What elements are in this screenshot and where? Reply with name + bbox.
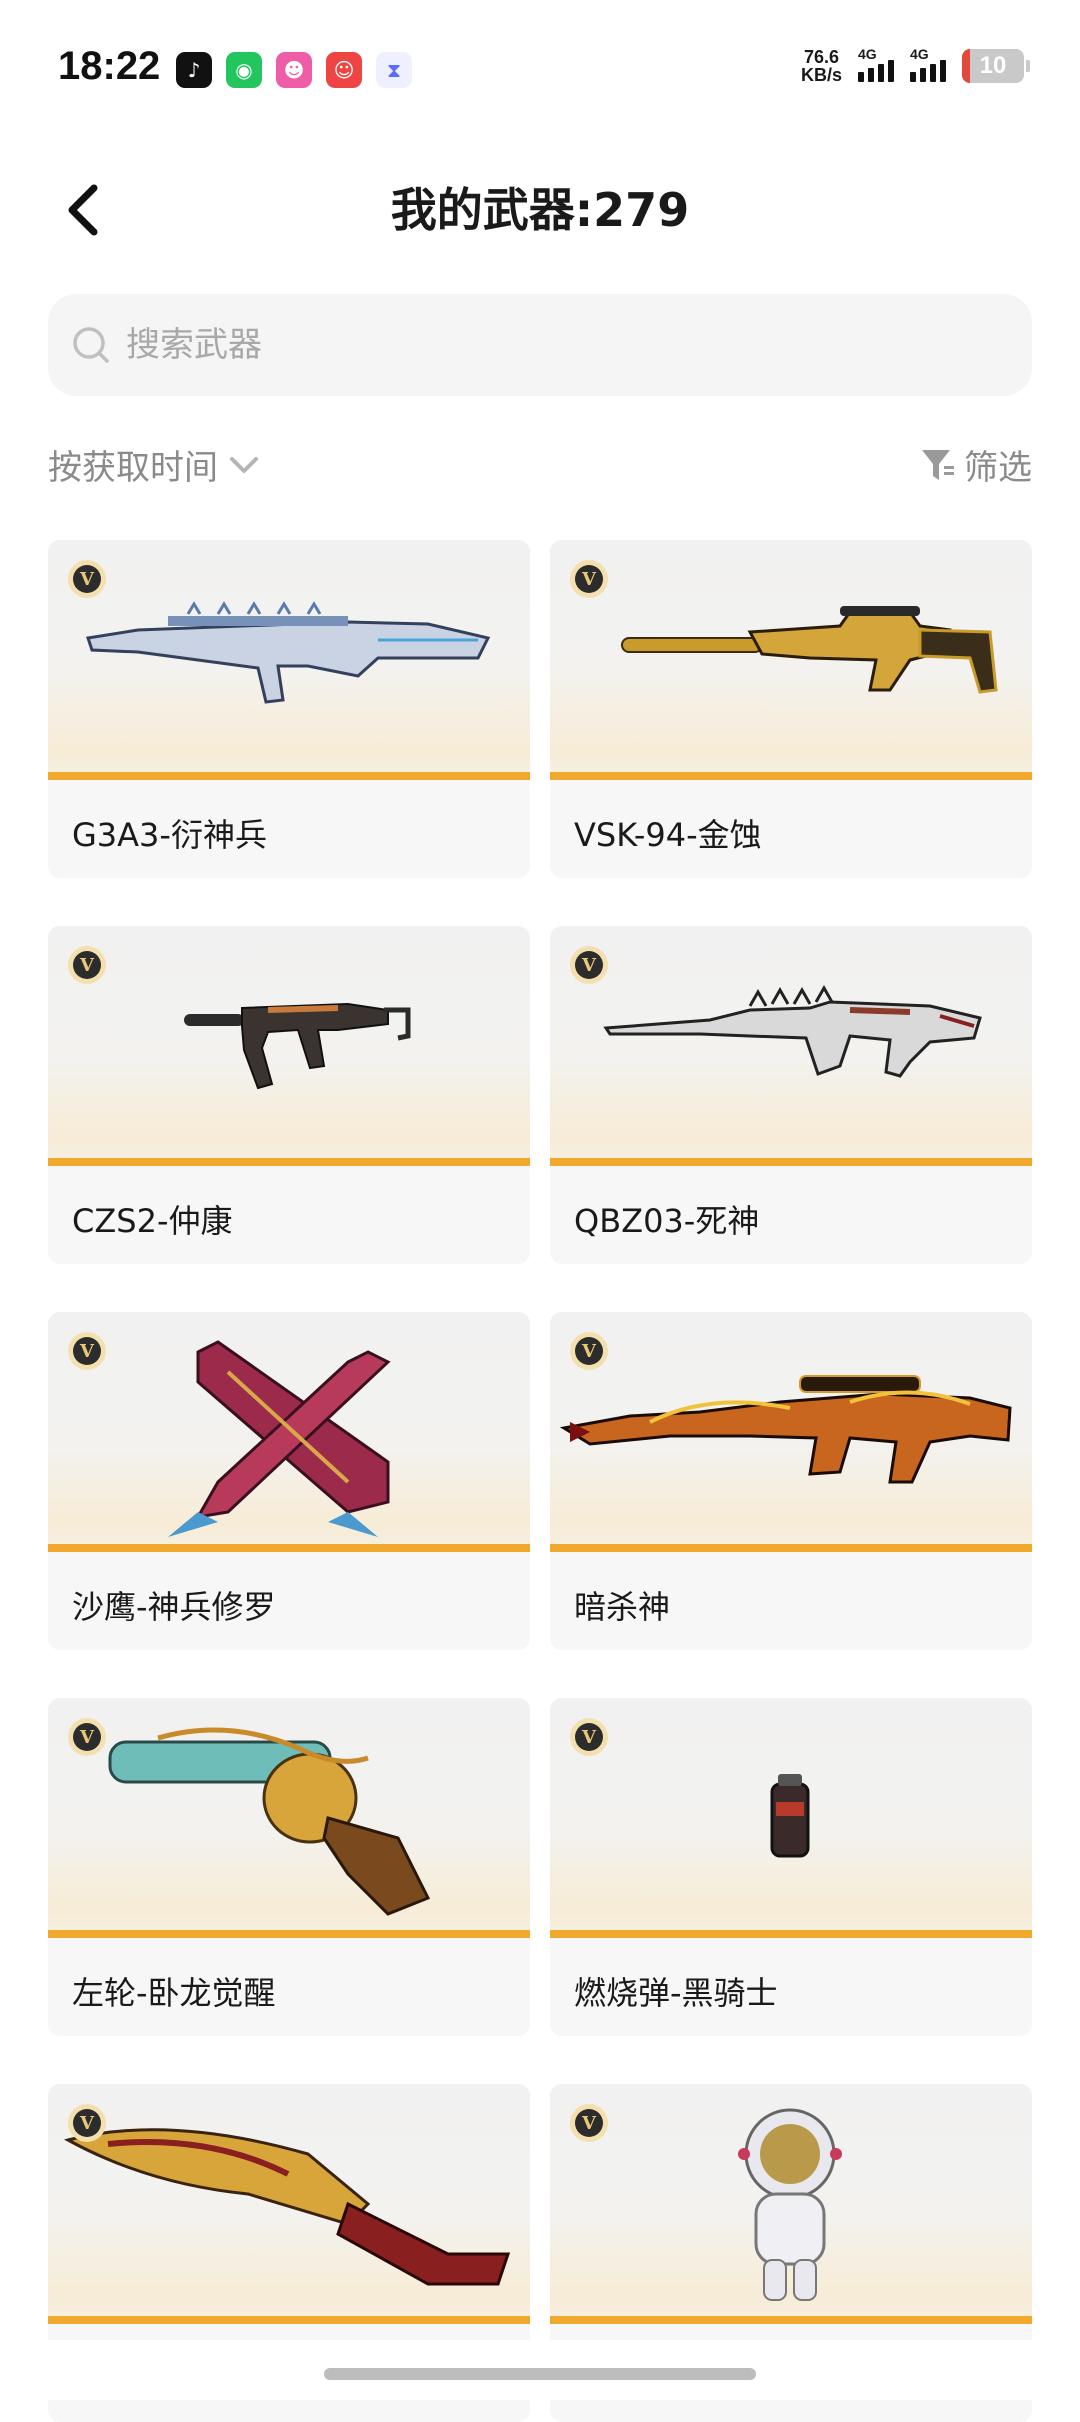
rarity-badge: V — [68, 560, 106, 598]
search-input[interactable] — [126, 325, 1006, 365]
pistol-icon — [168, 1340, 391, 1537]
rarity-badge: V — [68, 1332, 106, 1370]
tiktok-icon: ♪ — [176, 52, 212, 88]
filter-button[interactable]: 筛选 — [920, 440, 1032, 489]
rarity-badge: V — [570, 2104, 608, 2142]
weapon-name: G3A3-衍神兵 — [72, 816, 267, 854]
status-bar: 18:22 ♪ ◉ ☻ ☺ ⧗ 76.6 KB/s 4G 4G 10 — [0, 0, 1080, 120]
rarity-badge: V — [570, 560, 608, 598]
notification-icons: ♪ ◉ ☻ ☺ ⧗ — [176, 52, 412, 88]
weapon-name: 燃烧弹-黑骑士 — [574, 1974, 778, 2012]
status-indicators: 76.6 KB/s 4G 4G 10 — [800, 46, 1030, 85]
signal-icon: 4G — [858, 46, 894, 82]
battery-icon: 10 — [962, 49, 1030, 83]
home-indicator[interactable] — [324, 2368, 756, 2380]
weapon-image: V — [48, 540, 530, 780]
search-icon — [73, 327, 109, 363]
chevron-down-icon — [230, 456, 258, 473]
rarity-badge: V — [570, 1718, 608, 1756]
weapon-name: QBZ03-死神 — [574, 1202, 760, 1240]
chevron-left-icon — [68, 184, 98, 236]
weapon-card[interactable]: V 沙鹰-神兵修罗 — [48, 1312, 530, 1650]
page-title: 我的武器:279 — [390, 183, 690, 237]
sort-label: 按获取时间 — [48, 448, 218, 488]
smg-icon — [184, 1002, 411, 1090]
signal-icon-2: 4G — [910, 46, 946, 82]
shopping-app-icon: ☺ — [326, 52, 362, 88]
weapon-image: V — [48, 1312, 530, 1552]
weapon-card[interactable]: V VSK-94-金蚀 — [550, 540, 1032, 878]
filter-label: 筛选 — [964, 448, 1032, 488]
sort-filter-row: 按获取时间 筛选 — [48, 440, 1032, 500]
weapon-grid: V G3A3-衍神兵 V VSK-94-金蚀 V CZS2-仲康 V QBZ03… — [48, 540, 1032, 2422]
weapon-image: V — [48, 2084, 530, 2324]
weapon-name: 左轮-卧龙觉醒 — [72, 1974, 276, 2012]
weapon-image: V — [550, 2084, 1032, 2324]
weapon-image: V — [550, 926, 1032, 1166]
weapon-card[interactable]: V CZS2-仲康 — [48, 926, 530, 1264]
rarity-badge: V — [68, 2104, 106, 2142]
weapon-card[interactable]: V G3A3-衍神兵 — [48, 540, 530, 878]
sort-dropdown[interactable]: 按获取时间 — [48, 440, 262, 489]
sniper-rifle-icon — [559, 1375, 1012, 1484]
weapon-card[interactable]: V 左轮-卧龙觉醒 — [48, 1698, 530, 2036]
network-speed: 76.6 KB/s — [800, 47, 842, 85]
astronaut-icon — [738, 2108, 842, 2301]
weapon-name: 暗杀神 — [574, 1588, 671, 1626]
back-button[interactable] — [56, 180, 116, 240]
nav-bar: 我的武器:279 — [0, 160, 1080, 260]
weapon-name: VSK-94-金蚀 — [574, 816, 762, 854]
rarity-badge: V — [570, 946, 608, 984]
weapon-image: V — [550, 540, 1032, 780]
status-time: 18:22 — [58, 44, 161, 88]
search-box[interactable] — [48, 294, 1032, 396]
weapon-image: V — [48, 1698, 530, 1938]
revolver-icon — [108, 1727, 431, 1916]
rarity-badge: V — [68, 946, 106, 984]
rarity-badge: V — [68, 1718, 106, 1756]
weapon-image: V — [550, 1698, 1032, 1938]
weapon-name: CZS2-仲康 — [72, 1202, 233, 1240]
knife-icon — [63, 2128, 511, 2286]
wechat-icon: ◉ — [226, 52, 262, 88]
weapon-image: V — [550, 1312, 1032, 1552]
weapon-card[interactable]: V 暗杀神 — [550, 1312, 1032, 1650]
weapon-name: 沙鹰-神兵修罗 — [72, 1588, 276, 1626]
grenade-icon — [770, 1774, 810, 1858]
weapon-image: V — [48, 926, 530, 1166]
sniper-rifle-icon — [621, 606, 998, 694]
weapon-card[interactable]: V QBZ03-死神 — [550, 926, 1032, 1264]
rifle-icon — [86, 601, 491, 704]
hourglass-icon: ⧗ — [376, 52, 412, 88]
filter-icon — [922, 449, 954, 480]
assault-rifle-icon — [603, 984, 982, 1078]
weapon-card[interactable]: V 燃烧弹-黑骑士 — [550, 1698, 1032, 2036]
game-app-icon: ☻ — [276, 52, 312, 88]
rarity-badge: V — [570, 1332, 608, 1370]
